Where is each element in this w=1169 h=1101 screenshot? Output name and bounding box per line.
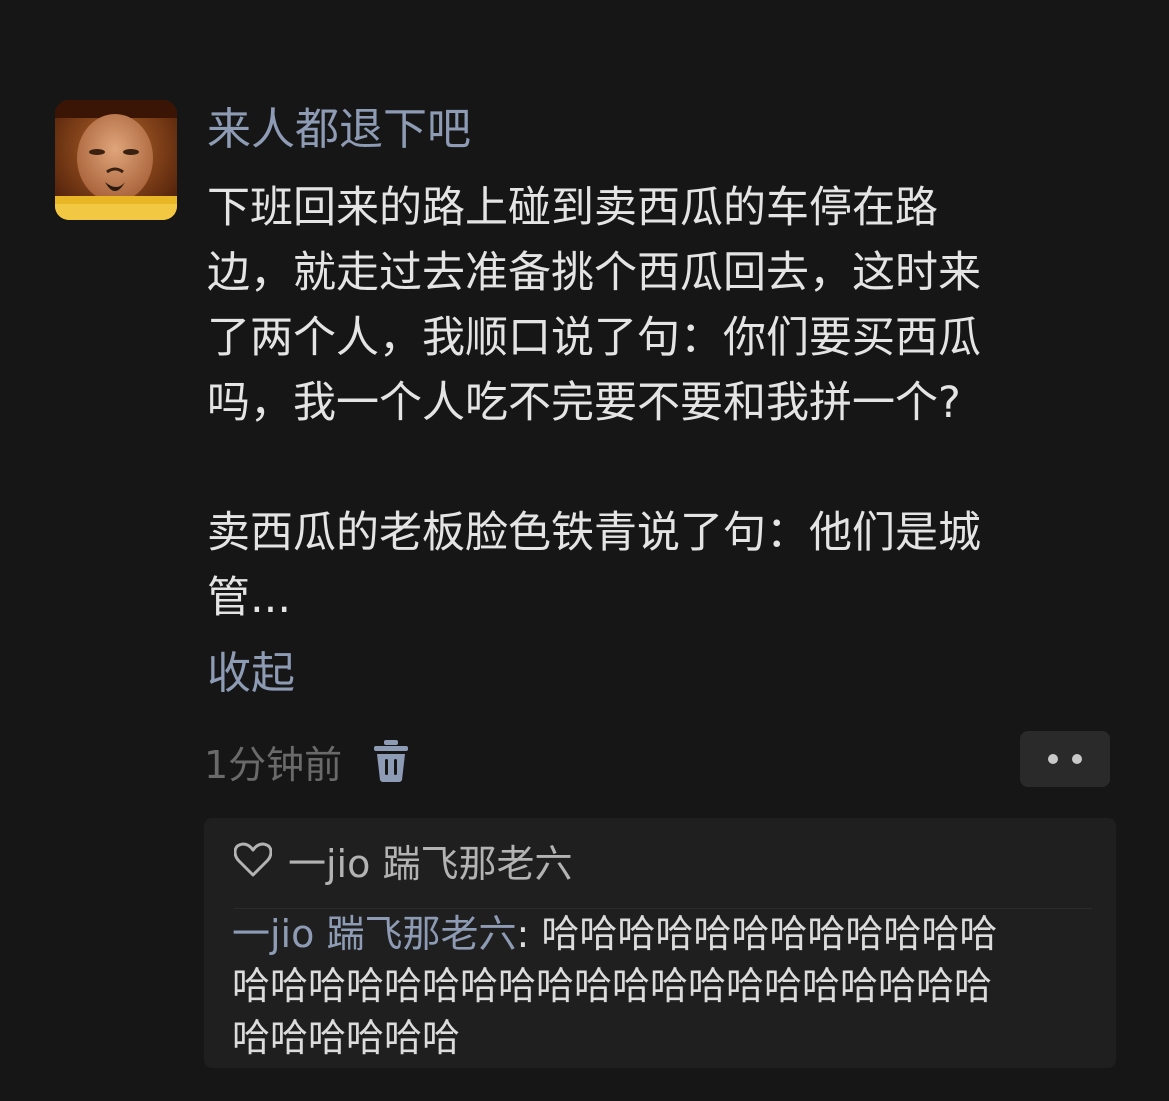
post-content-line: 边，就走过去准备挑个西瓜回去，这时来 [207,248,981,298]
likes-row: 一jio 踹飞那老六 [234,832,572,888]
reply-author[interactable]: 一jio 踹飞那老六 [232,912,516,956]
post-content-line: 了两个人，我顺口说了句：你们要买西瓜 [207,313,981,363]
reply-line: 哈哈哈哈哈哈哈哈哈哈哈哈哈哈哈哈哈哈哈哈 [232,964,993,1008]
post-content: 下班回来的路上碰到卖西瓜的车停在路 边，就走过去准备挑个西瓜回去，这时来 了两个… [207,176,1107,631]
post-content-line: 下班回来的路上碰到卖西瓜的车停在路 [207,183,938,233]
heart-icon[interactable] [234,842,272,878]
post-content-line: 卖西瓜的老板脸色铁青说了句：他们是城 [207,508,981,558]
comment-page: 来人都退下吧 下班回来的路上碰到卖西瓜的车停在路 边，就走过去准备挑个西瓜回去，… [0,0,1169,1101]
trash-icon[interactable] [372,738,410,784]
reply-line: 哈哈哈哈哈哈 [232,1016,461,1060]
username[interactable]: 来人都退下吧 [207,100,471,160]
post-content-line: 吗，我一个人吃不完要不要和我拼一个? [207,378,961,428]
reply-item: 一jio 踹飞那老六: 哈哈哈哈哈哈哈哈哈哈哈哈 哈哈哈哈哈哈哈哈哈哈哈哈哈哈哈… [232,908,1102,1064]
more-options-button[interactable] [1020,731,1110,787]
reply-separator: : [516,912,542,956]
post-content-line: 管... [207,573,292,623]
collapse-button[interactable]: 收起 [207,643,295,705]
more-dots-icon [1048,754,1058,764]
reply-text: 哈哈哈哈哈哈哈哈哈哈哈哈 [541,912,998,956]
reply-line: 一jio 踹飞那老六: 哈哈哈哈哈哈哈哈哈哈哈哈 [232,908,1102,960]
post-meta: 1分钟前 [204,735,410,787]
reply-section: 一jio 踹飞那老六 一jio 踹飞那老六: 哈哈哈哈哈哈哈哈哈哈哈哈 哈哈哈哈… [204,818,1116,1068]
timestamp: 1分钟前 [204,742,343,787]
more-dots-icon [1072,754,1082,764]
avatar[interactable] [55,100,177,220]
liker-name[interactable]: 一jio 踹飞那老六 [288,833,572,888]
